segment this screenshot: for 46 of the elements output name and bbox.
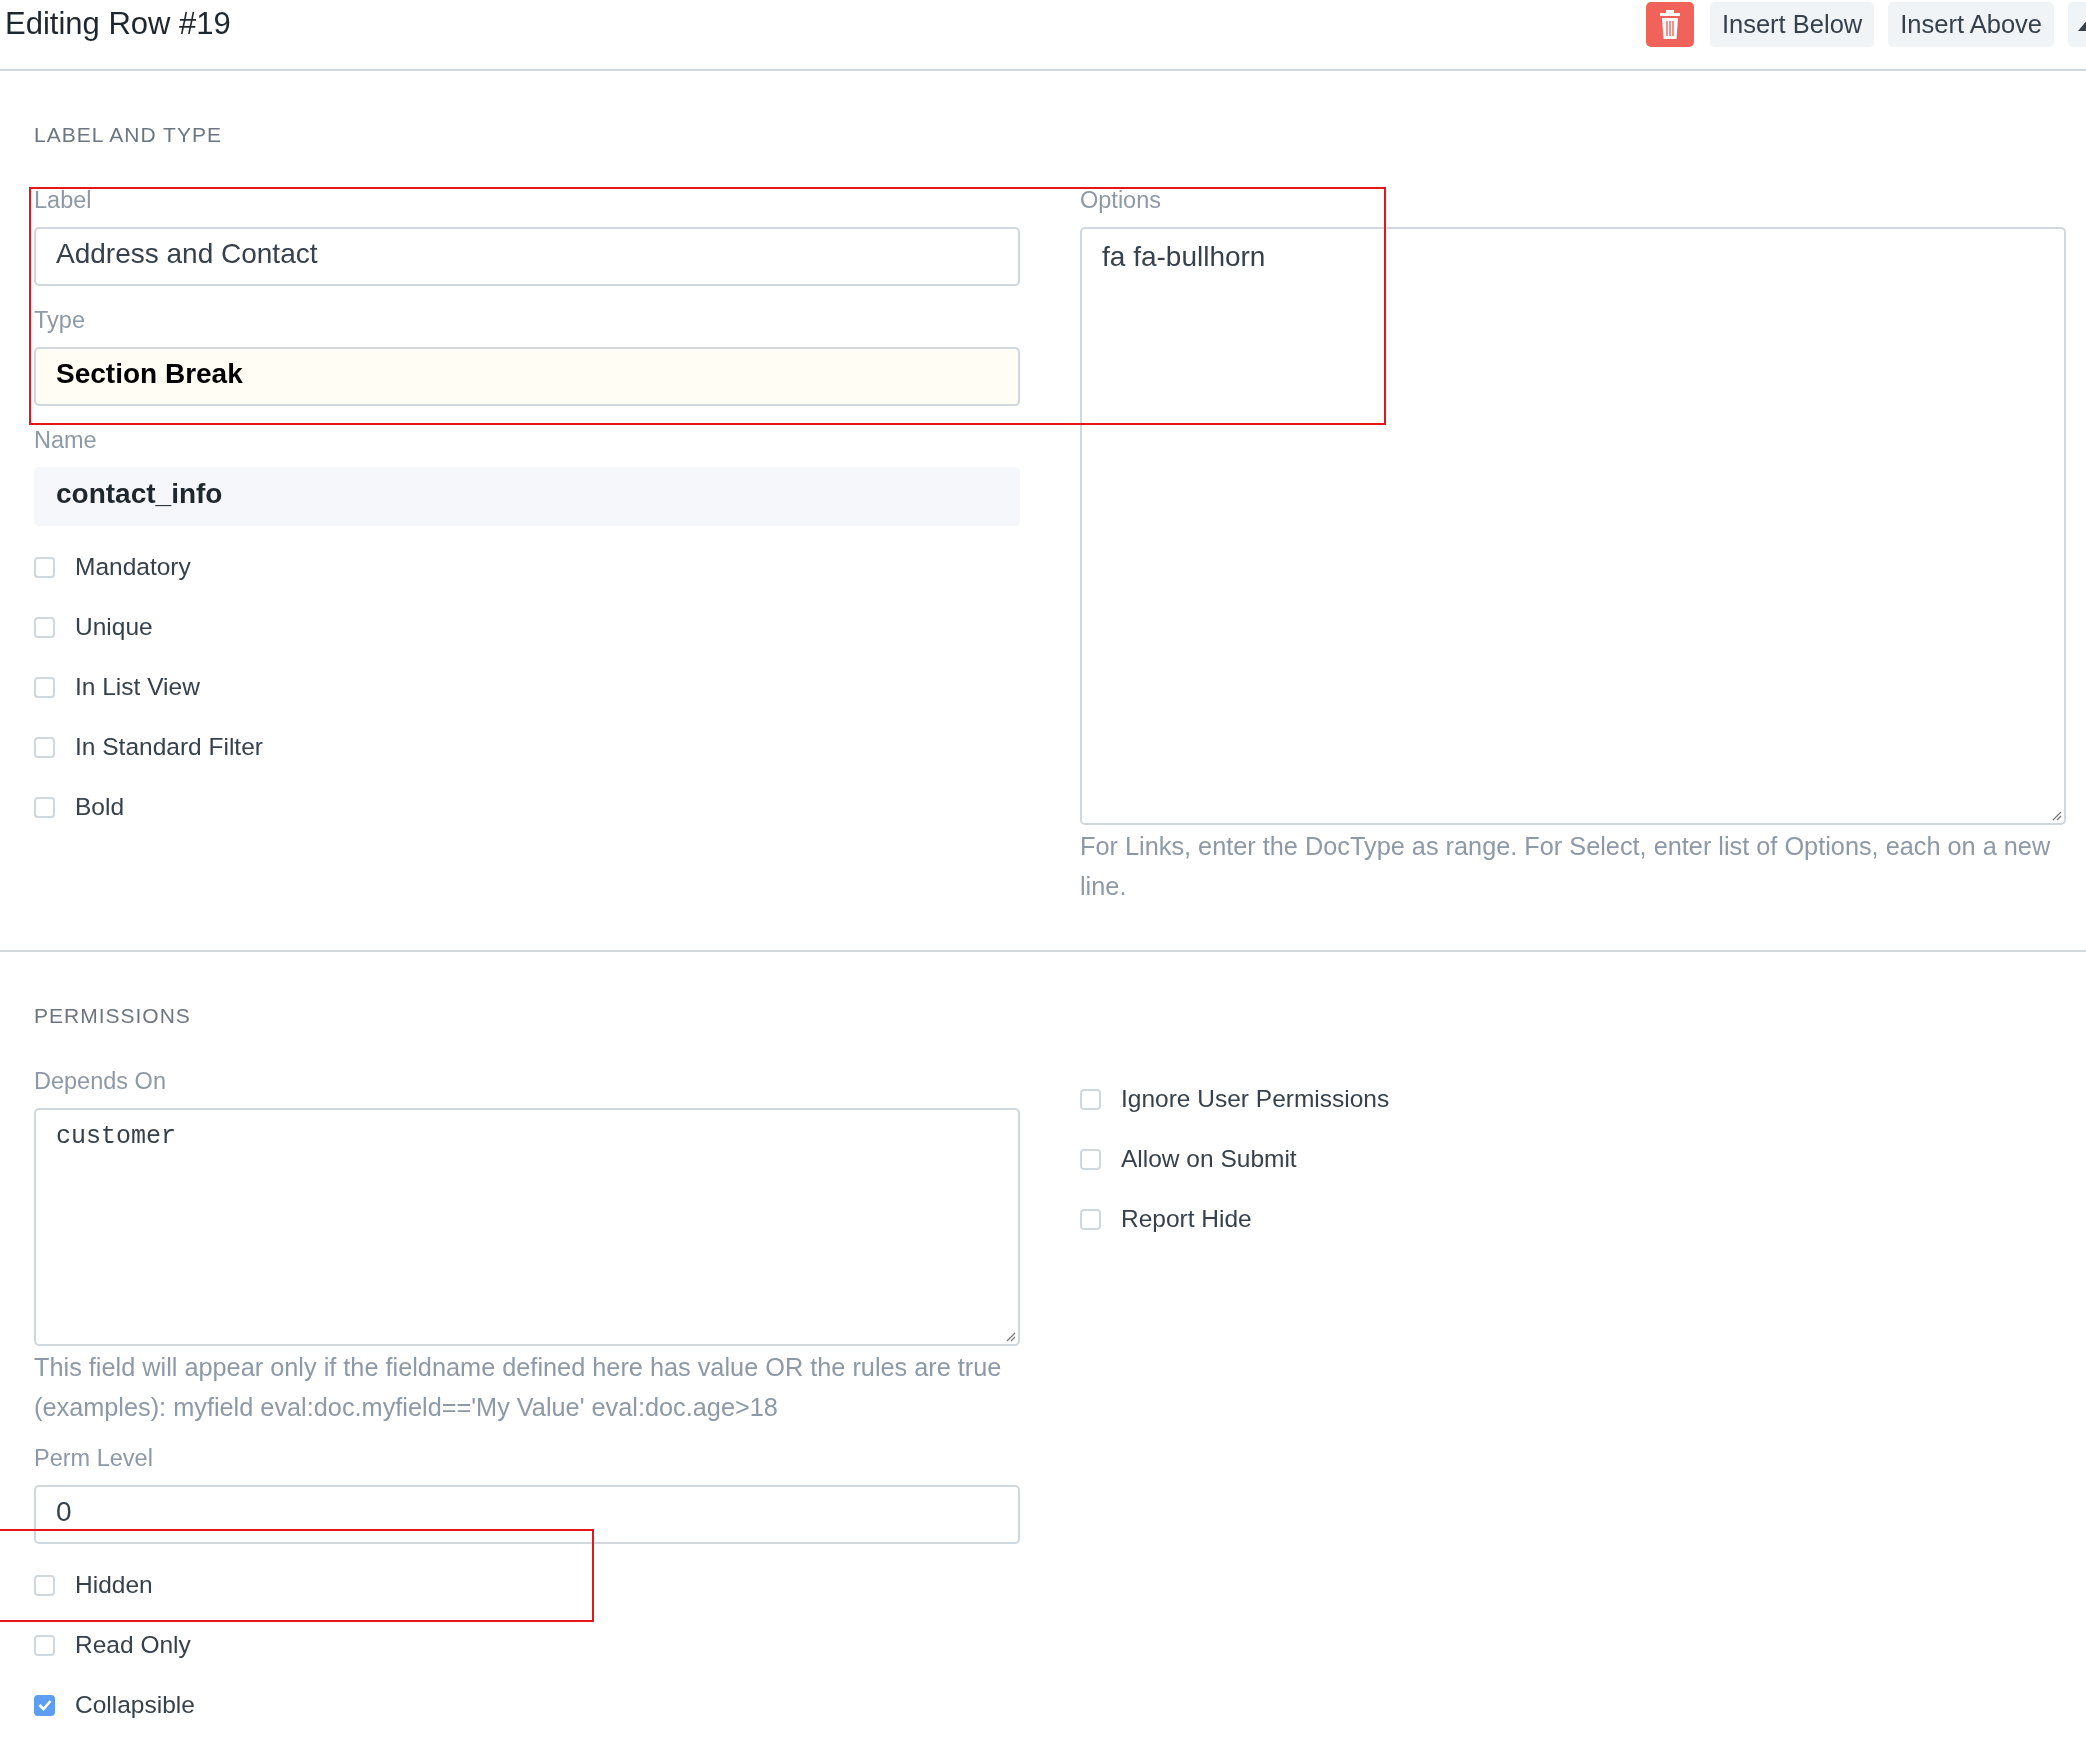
checkbox-label: Bold: [75, 793, 125, 821]
editing-title: Editing Row #19: [5, 6, 231, 42]
checkbox[interactable]: [1080, 1208, 1101, 1230]
insert-button[interactable]: Insert Below: [1709, 2, 1875, 47]
checkbox-label: Mandatory: [75, 553, 191, 581]
field-label: Depends On: [34, 1070, 167, 1093]
readonly-field: contact_info: [34, 467, 1020, 526]
checkbox[interactable]: [34, 1574, 55, 1596]
checkbox[interactable]: [1080, 1148, 1101, 1170]
resize-grip-icon[interactable]: [2050, 809, 2062, 821]
field-label: Perm Level: [34, 1447, 154, 1470]
checkbox[interactable]: [34, 736, 55, 758]
checkbox[interactable]: [34, 796, 55, 818]
resize-grip-icon[interactable]: [1004, 1330, 1016, 1342]
checkbox-label: Read Only: [75, 1631, 191, 1659]
section-heading: PERMISSIONS: [34, 1004, 192, 1028]
checkbox[interactable]: [34, 556, 55, 578]
section-heading: LABEL AND TYPE: [34, 123, 223, 147]
field-label: Name: [34, 429, 98, 452]
text-field[interactable]: Address and Contact: [34, 227, 1020, 286]
trash-icon: [1658, 9, 1681, 40]
checkbox[interactable]: [1080, 1088, 1101, 1110]
field-label: Options: [1080, 189, 1162, 212]
checkbox-label: Hidden: [75, 1571, 153, 1599]
checkbox-label: Ignore User Permissions: [1121, 1085, 1390, 1113]
insert-button[interactable]: Insert Above: [1888, 2, 2054, 47]
select-field[interactable]: Section Break: [34, 347, 1020, 406]
code-field[interactable]: customer: [34, 1108, 1020, 1346]
checkbox[interactable]: [34, 1634, 55, 1656]
checkbox-label: Unique: [75, 613, 153, 641]
checkbox-label: Report Hide: [1121, 1205, 1252, 1233]
field-label: Type: [34, 309, 86, 332]
checkbox-label: In Standard Filter: [75, 733, 263, 761]
textarea-field[interactable]: fa fa-bullhorn: [1080, 227, 2066, 825]
help-text: For Links, enter the DocType as range. For Select, enter list of Options, each on a new line.: [1080, 831, 2052, 902]
delete-button[interactable]: [1645, 2, 1694, 47]
checkbox-label: In List View: [75, 673, 200, 701]
checkbox-label: Allow on Submit: [1121, 1145, 1297, 1173]
checkbox[interactable]: [34, 676, 55, 698]
text-field[interactable]: 0: [34, 1485, 1020, 1544]
checkbox[interactable]: [34, 616, 55, 638]
help-text: This field will appear only if the fieldname defined here has value OR the rules are true (examples): myfield eval:doc.myfield=='My Value' eval:doc.age>18: [34, 1352, 1003, 1423]
checkmark-icon: [37, 1699, 52, 1711]
field-label: Label: [34, 189, 93, 212]
checkbox-label: Collapsible: [75, 1691, 195, 1719]
checkbox[interactable]: [34, 1694, 55, 1716]
